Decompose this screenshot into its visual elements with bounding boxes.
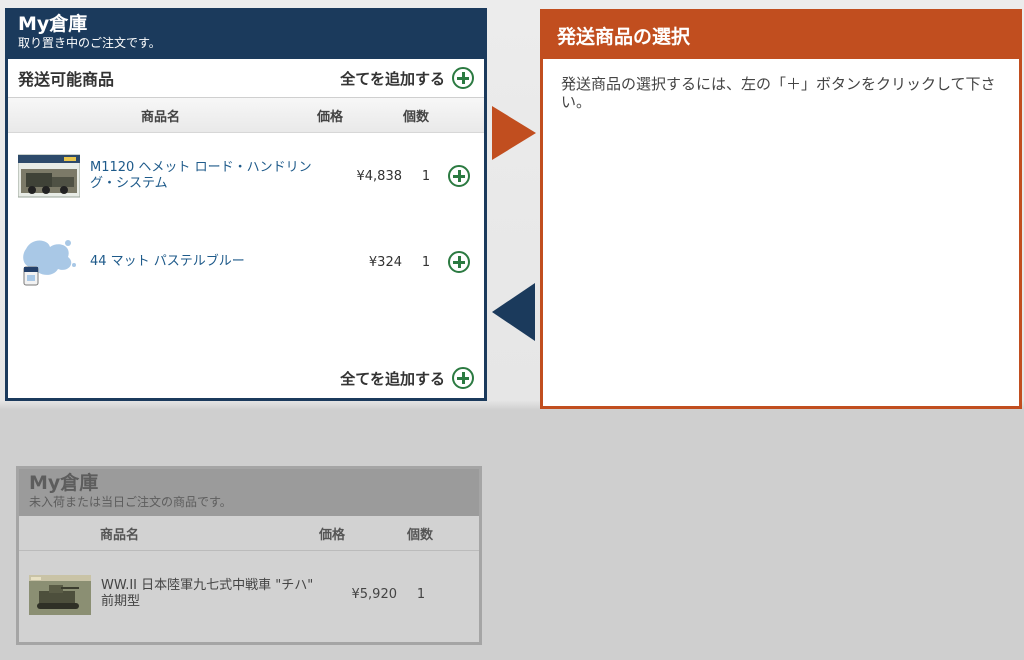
- product-thumbnail: [29, 575, 91, 615]
- table-row: 44 マット パステルブルー ¥324 1: [8, 219, 484, 305]
- unavailable-panel-subtitle: 未入荷または当日ご注文の商品です。: [29, 495, 232, 509]
- available-panel-header: My倉庫 取り置き中のご注文です。: [8, 11, 484, 59]
- product-thumbnail: [18, 154, 80, 198]
- available-panel-title: My倉庫: [18, 13, 88, 35]
- table-row: WW.II 日本陸軍九七式中戦車 "チハ" 前期型 ¥5,920 1: [19, 551, 479, 637]
- product-price: ¥5,920: [351, 586, 398, 602]
- column-name: 商品名: [140, 109, 180, 125]
- arrow-right-icon: [492, 106, 536, 160]
- add-all-button-top[interactable]: 全てを追加する: [340, 67, 474, 89]
- column-price: 価格: [316, 109, 343, 125]
- product-price: ¥324: [368, 254, 402, 270]
- table-row: M1120 ヘメット ロード・ハンドリング・システム ¥4,838 1: [8, 133, 484, 219]
- product-qty: 1: [421, 168, 431, 184]
- shipping-instruction: 発送商品の選択するには、左の「＋」ボタンをクリックして下さい。: [561, 75, 996, 111]
- arrow-left-icon: [492, 283, 535, 341]
- product-name: WW.II 日本陸軍九七式中戦車 "チハ" 前期型: [101, 578, 314, 609]
- available-section-header: 発送可能商品 全てを追加する: [8, 59, 484, 98]
- product-qty: 1: [421, 254, 431, 270]
- plus-circle-icon: [452, 367, 474, 389]
- available-section-title: 発送可能商品: [18, 70, 115, 89]
- add-all-label: 全てを追加する: [340, 369, 445, 388]
- unavailable-panel-title: My倉庫: [29, 472, 99, 494]
- column-price: 価格: [318, 527, 345, 543]
- add-all-button-bottom[interactable]: 全てを追加する: [340, 367, 474, 389]
- unavailable-panel-header: My倉庫 未入荷または当日ご注文の商品です。: [19, 469, 479, 516]
- plus-circle-icon[interactable]: [448, 165, 470, 187]
- product-thumbnail: [23, 240, 76, 286]
- product-qty: 1: [416, 586, 426, 602]
- column-name: 商品名: [99, 527, 139, 543]
- available-column-header: 商品名 価格 個数: [8, 98, 484, 133]
- available-panel-subtitle: 取り置き中のご注文です。: [18, 36, 161, 50]
- available-items-panel: My倉庫 取り置き中のご注文です。 発送可能商品 全てを追加する 商品名 価格 …: [5, 8, 487, 401]
- column-qty: 個数: [406, 527, 433, 543]
- plus-circle-icon: [452, 67, 474, 89]
- shipping-panel-title: 発送商品の選択: [543, 12, 1019, 59]
- unavailable-column-header: 商品名 価格 個数: [19, 516, 479, 551]
- product-price: ¥4,838: [356, 168, 403, 184]
- plus-circle-icon[interactable]: [448, 251, 470, 273]
- product-name-link[interactable]: 44 マット パステルブルー: [90, 254, 320, 270]
- unavailable-items-panel: My倉庫 未入荷または当日ご注文の商品です。 商品名 価格 個数 WW.II 日…: [16, 466, 482, 645]
- add-all-label: 全てを追加する: [340, 69, 445, 88]
- column-qty: 個数: [402, 109, 429, 125]
- shipping-selection-panel: 発送商品の選択 発送商品の選択するには、左の「＋」ボタンをクリックして下さい。: [540, 9, 1022, 409]
- product-name-link[interactable]: M1120 ヘメット ロード・ハンドリング・システム: [90, 160, 320, 192]
